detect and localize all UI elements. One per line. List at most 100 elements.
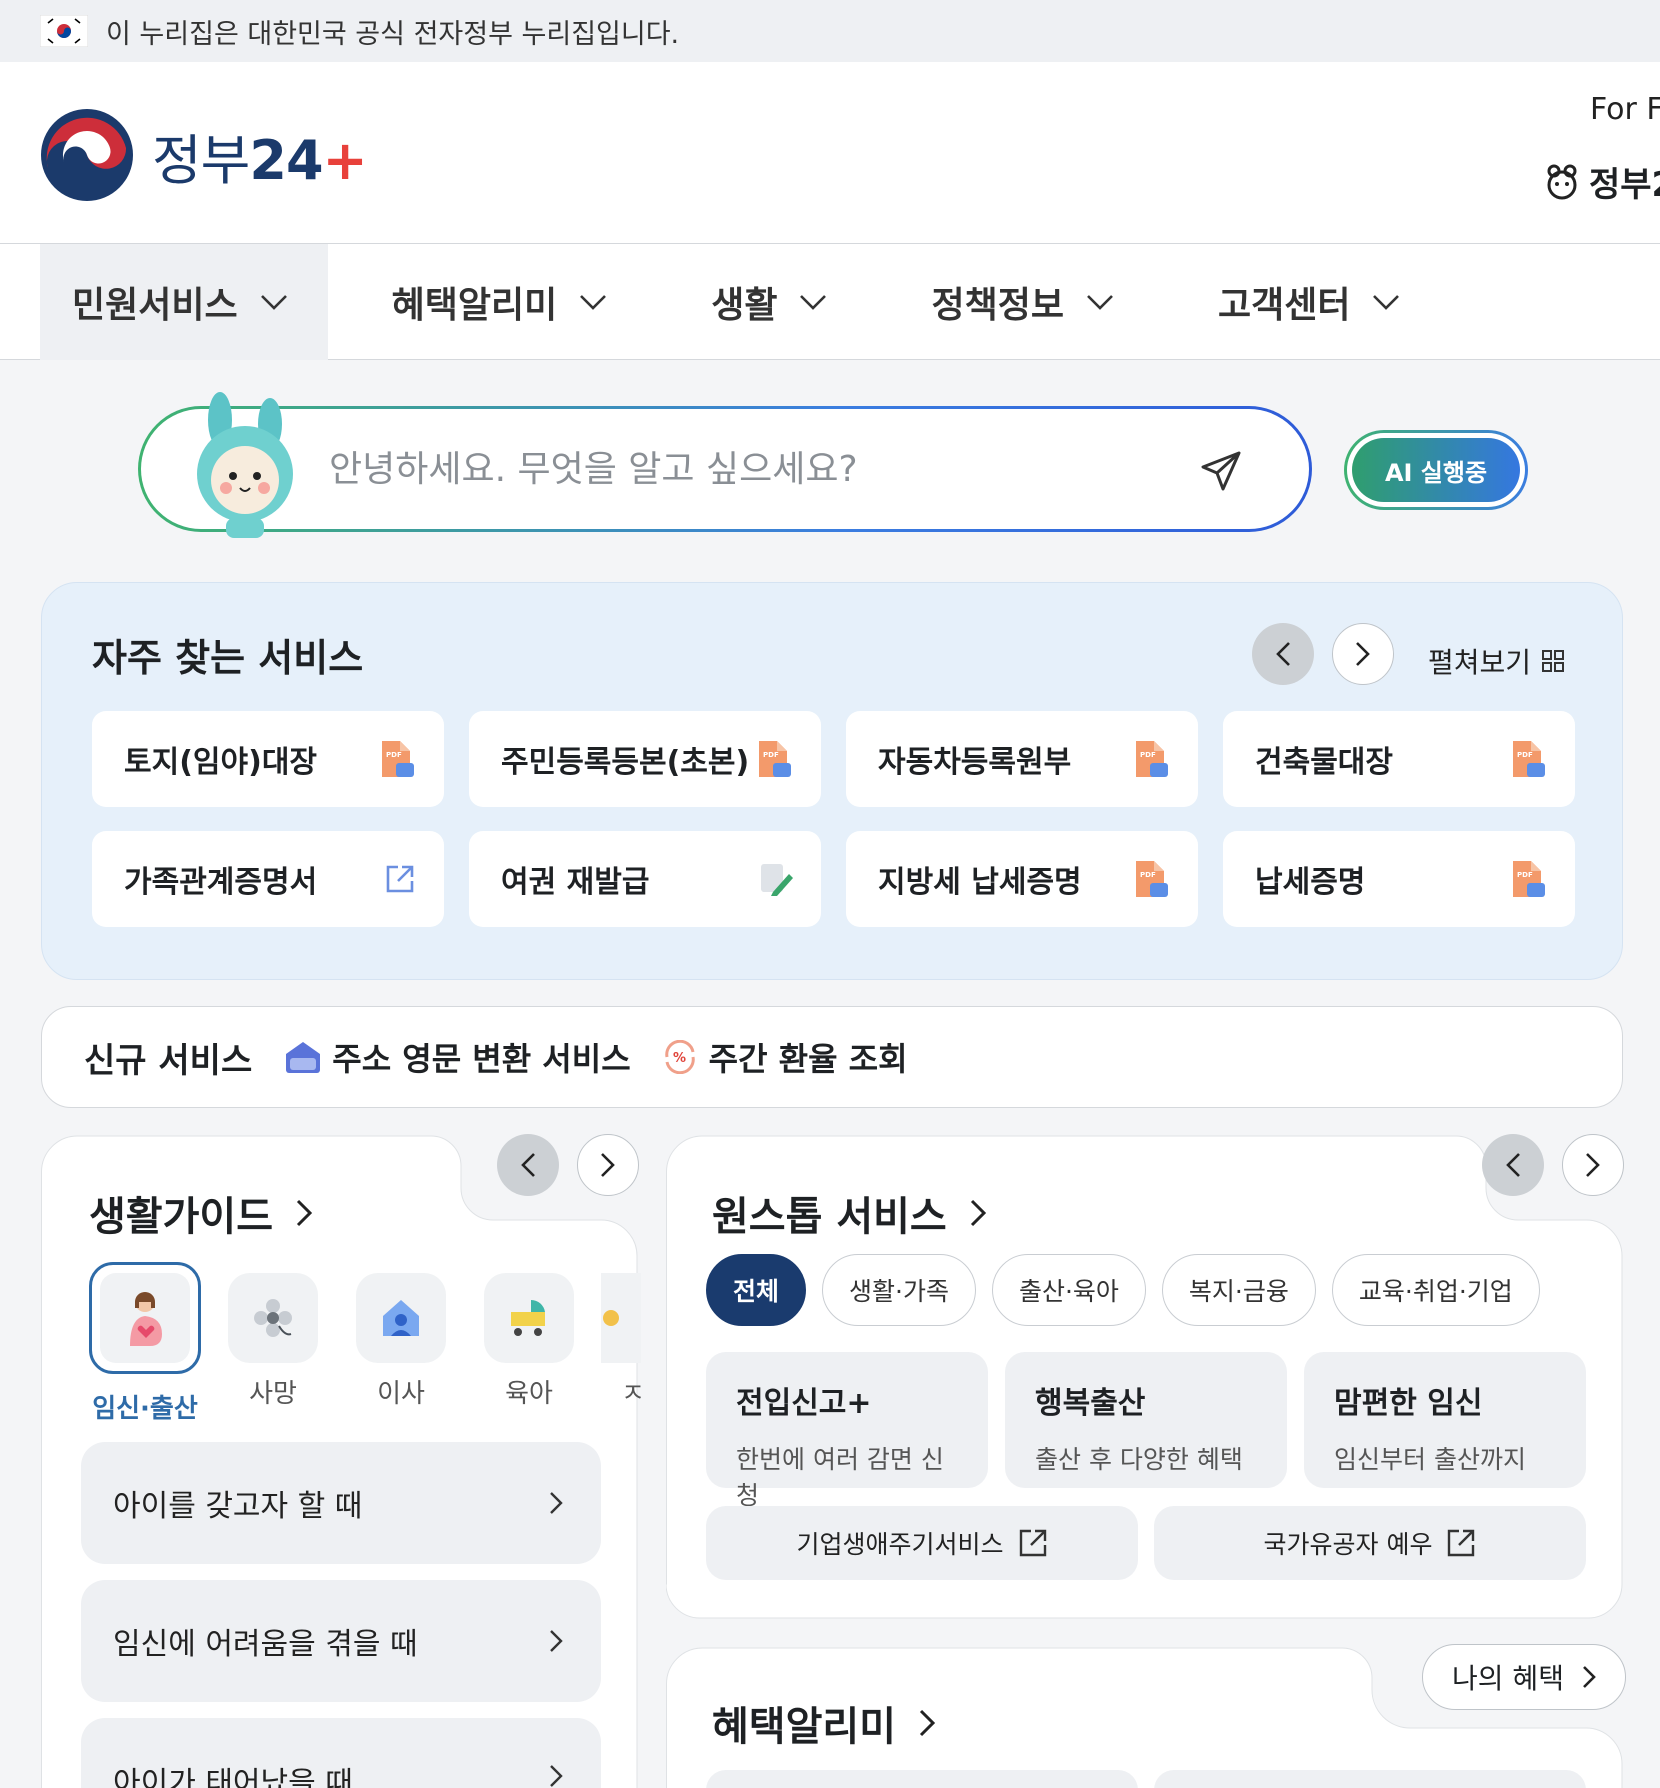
service-card-passport-reissue[interactable]: 여권 재발급 <box>469 831 821 927</box>
onestop-panel: 원스톱 서비스 전체 생활·가족 출산·육아 복지·금융 교육·취업·기업 전입… <box>666 1132 1624 1620</box>
site-logo[interactable]: 정부24+ <box>40 108 368 202</box>
stroller-icon <box>511 1299 545 1336</box>
chip-all[interactable]: 전체 <box>706 1254 807 1326</box>
nav-item-policy[interactable]: 정책정보 <box>899 244 1145 360</box>
mascot-rabbit-icon <box>197 392 293 538</box>
chevron-down-icon <box>580 295 607 310</box>
benefit-title[interactable]: 혜택알리미 <box>712 1694 936 1752</box>
life-guide-item[interactable]: 아이가 태어났을 때 <box>81 1718 601 1788</box>
category-death[interactable]: 사망 <box>217 1273 329 1425</box>
svg-text:PDF: PDF <box>763 751 779 759</box>
chevron-down-icon <box>800 295 827 310</box>
prev-button[interactable] <box>1252 623 1314 685</box>
life-guide-title-text: 생활가이드 <box>89 1194 273 1240</box>
category-childcare[interactable]: 육아 <box>473 1273 585 1425</box>
edit-icon <box>761 864 793 896</box>
new-services-title: 신규 서비스 <box>84 1040 253 1081</box>
benefit-panel: 나의 혜택 혜택알리미 <box>666 1644 1626 1788</box>
nav-item-label: 생활 <box>711 285 778 326</box>
link-veterans-honor[interactable]: 국가유공자 예우 <box>1154 1506 1586 1580</box>
onestop-cards: 전입신고+ 한번에 여러 감면 신청 행복출산 출산 후 다양한 혜택 맘편한 … <box>706 1352 1603 1510</box>
onestop-link-label: 기업생애주기서비스 <box>796 1530 1004 1559</box>
chip-birth-childcare[interactable]: 출산·육아 <box>991 1254 1146 1326</box>
my-benefit-label: 나의 혜택 <box>1452 1662 1564 1695</box>
chip-welfare-finance[interactable]: 복지·금융 <box>1161 1254 1316 1326</box>
grid-icon <box>1542 650 1565 672</box>
service-card-building-register[interactable]: 건축물대장 PDF <box>1223 711 1575 807</box>
pdf-icon: PDF <box>1136 741 1168 777</box>
service-card-vehicle-register[interactable]: 자동차등록원부 PDF <box>846 711 1198 807</box>
next-button[interactable] <box>1332 623 1394 685</box>
ai-status-button[interactable]: AI 실행중 <box>1352 438 1520 502</box>
category-label: 이사 <box>377 1379 425 1409</box>
pdf-icon: PDF <box>1513 741 1545 777</box>
taegeuk-logo-icon <box>41 109 133 201</box>
new-service-exchange-rate[interactable]: % 주간 환율 조회 <box>661 1034 908 1080</box>
nav-item-civil-service[interactable]: 민원서비스 <box>40 244 328 360</box>
search-input[interactable] <box>329 433 1149 505</box>
new-service-label: 주소 영문 변환 서비스 <box>332 1040 631 1078</box>
logo-text: 정부24+ <box>152 128 368 192</box>
gov-banner-text: 이 누리집은 대한민국 공식 전자정부 누리집입니다. <box>106 18 680 50</box>
category-label: ㅈ <box>621 1379 641 1409</box>
exchange-rate-icon: % <box>664 1040 695 1074</box>
pdf-icon: PDF <box>1136 861 1168 897</box>
onestop-card-title: 행복출산 <box>1035 1386 1146 1421</box>
life-guide-categories: 임신·출산 사망 이사 육아 ㅈ <box>89 1262 641 1425</box>
onestop-next-button[interactable] <box>1562 1134 1624 1196</box>
category-next[interactable]: ㅈ <box>601 1273 641 1425</box>
onestop-card-move-in[interactable]: 전입신고+ 한번에 여러 감면 신청 <box>706 1352 988 1510</box>
life-guide-title[interactable]: 생활가이드 <box>89 1184 313 1242</box>
category-moving[interactable]: 이사 <box>345 1273 457 1425</box>
service-label: 주민등록등본(초본) <box>501 745 750 780</box>
service-label: 납세증명 <box>1255 865 1366 900</box>
site-header: 정부24+ For Fo 정부2 <box>0 62 1660 244</box>
svg-text:PDF: PDF <box>1140 871 1156 879</box>
life-guide-item[interactable]: 아이를 갖고자 할 때 <box>81 1442 601 1564</box>
flower-icon <box>254 1299 292 1337</box>
main-nav: 민원서비스 혜택알리미 생활 정책정보 고객센터 <box>0 244 1660 360</box>
send-icon[interactable] <box>1199 449 1243 493</box>
category-label: 임신·출산 <box>92 1394 198 1424</box>
category-pregnancy[interactable]: 임신·출산 <box>89 1262 201 1425</box>
onestop-card-happy-birth[interactable]: 행복출산 출산 후 다양한 혜택 <box>1005 1352 1287 1488</box>
link-business-lifecycle[interactable]: 기업생애주기서비스 <box>706 1506 1138 1580</box>
service-card-tax-certificate[interactable]: 납세증명 PDF <box>1223 831 1575 927</box>
onestop-title[interactable]: 원스톱 서비스 <box>712 1184 987 1242</box>
benefit-title-text: 혜택알리미 <box>712 1704 896 1750</box>
nav-item-benefits[interactable]: 혜택알리미 <box>360 244 640 360</box>
pregnant-woman-icon <box>130 1292 162 1346</box>
pdf-icon: PDF <box>759 741 791 777</box>
new-service-address-english[interactable]: 주소 영문 변환 서비스 <box>284 1034 631 1080</box>
expand-button[interactable]: 펼쳐보기 <box>1428 641 1565 681</box>
life-next-button[interactable] <box>577 1134 639 1196</box>
mascot-link[interactable]: 정부2 <box>1543 157 1660 206</box>
my-benefit-button[interactable]: 나의 혜택 <box>1422 1644 1626 1710</box>
service-card-local-tax-certificate[interactable]: 지방세 납세증명 PDF <box>846 831 1198 927</box>
life-prev-button[interactable] <box>497 1134 559 1196</box>
chevron-right-icon <box>601 1153 615 1177</box>
service-card-family-certificate[interactable]: 가족관계증명서 <box>92 831 444 927</box>
language-link[interactable]: For Fo <box>1590 92 1660 127</box>
chevron-right-icon <box>550 1492 563 1514</box>
nav-item-life[interactable]: 생활 <box>679 244 859 360</box>
benefit-card[interactable] <box>1154 1770 1586 1788</box>
nav-item-customer-center[interactable]: 고객센터 <box>1186 244 1432 360</box>
korea-flag-icon <box>40 15 88 47</box>
service-card-resident-register[interactable]: 주민등록등본(초본) PDF <box>469 711 821 807</box>
house-icon <box>383 1300 419 1336</box>
chevron-right-icon <box>550 1765 563 1787</box>
onestop-card-pregnancy[interactable]: 맘편한 임신 임신부터 출산까지 <box>1304 1352 1586 1488</box>
service-card-land-register[interactable]: 토지(임야)대장 PDF <box>92 711 444 807</box>
chip-education-jobs-business[interactable]: 교육·취업·기업 <box>1331 1254 1540 1326</box>
onestop-prev-button[interactable] <box>1482 1134 1544 1196</box>
pdf-icon: PDF <box>1513 861 1545 897</box>
benefit-card[interactable] <box>706 1770 1138 1788</box>
life-guide-item[interactable]: 임신에 어려움을 겪을 때 <box>81 1580 601 1702</box>
nav-item-label: 정책정보 <box>931 285 1064 326</box>
service-label: 자동차등록원부 <box>878 745 1072 780</box>
chip-life-family[interactable]: 생활·가족 <box>822 1254 976 1326</box>
life-guide-item-label: 아이를 갖고자 할 때 <box>113 1489 363 1524</box>
onestop-link-label: 국가유공자 예우 <box>1263 1530 1433 1559</box>
service-label: 여권 재발급 <box>501 865 650 900</box>
